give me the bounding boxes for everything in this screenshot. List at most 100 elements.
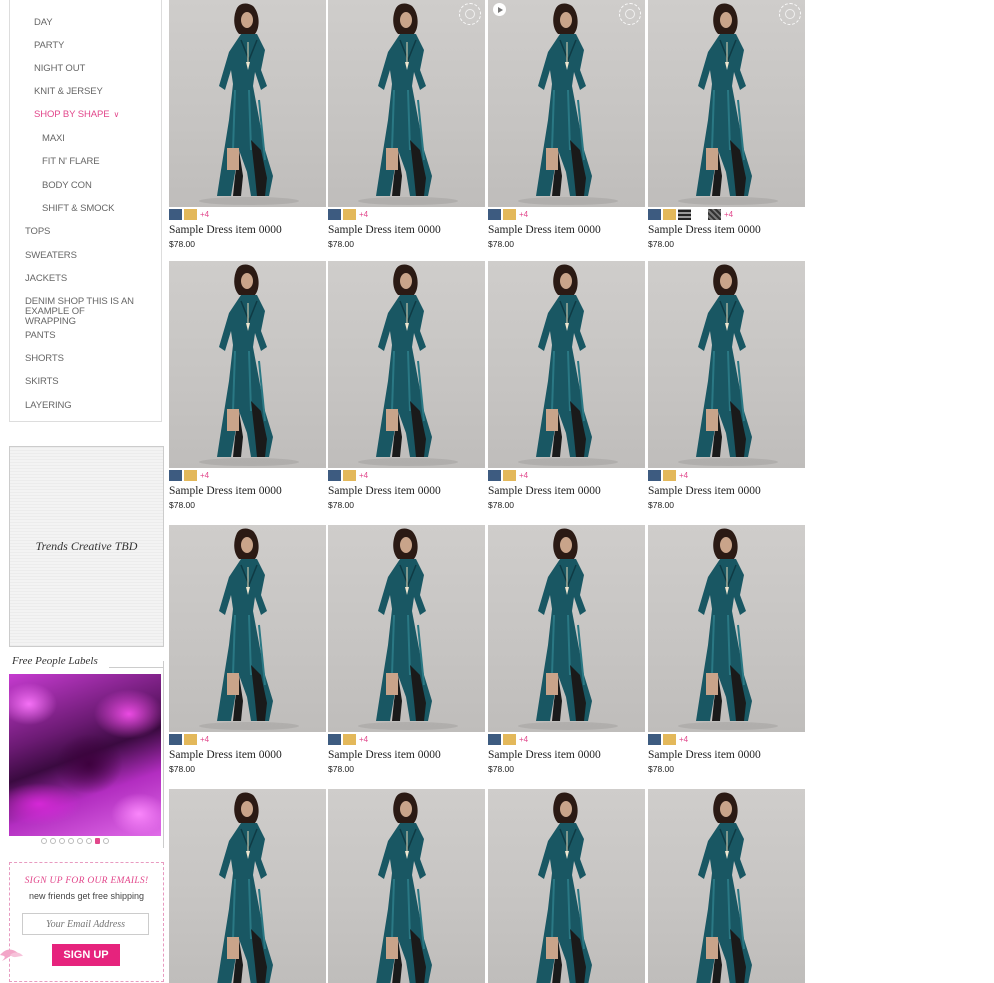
product-image[interactable]	[328, 789, 485, 983]
nav-item[interactable]: Sweaters	[25, 251, 77, 261]
color-swatch[interactable]	[708, 209, 721, 220]
color-swatch[interactable]	[488, 209, 501, 220]
product-image[interactable]	[169, 789, 326, 983]
nav-item[interactable]: Fit N' Flare	[42, 157, 100, 167]
more-colors-link[interactable]: +4	[359, 210, 368, 219]
product-image[interactable]	[169, 0, 326, 207]
color-swatch[interactable]	[663, 209, 676, 220]
color-swatch[interactable]	[328, 734, 341, 745]
product-image[interactable]	[328, 525, 485, 732]
color-swatch[interactable]	[693, 209, 706, 220]
product-name[interactable]: Sample Dress item 0000	[488, 485, 601, 497]
product-image[interactable]	[328, 0, 485, 207]
product-image[interactable]	[488, 525, 645, 732]
product-name[interactable]: Sample Dress item 0000	[169, 224, 282, 236]
product-image[interactable]	[169, 261, 326, 468]
color-swatch[interactable]	[648, 209, 661, 220]
more-colors-link[interactable]: +4	[200, 735, 209, 744]
color-swatch[interactable]	[169, 734, 182, 745]
product-name[interactable]: Sample Dress item 0000	[328, 749, 441, 761]
product-image[interactable]	[488, 0, 645, 207]
more-colors-link[interactable]: +4	[519, 210, 528, 219]
color-swatch[interactable]	[648, 734, 661, 745]
nav-item[interactable]: Denim Shop This is an example of wrappin…	[25, 297, 137, 327]
product-image[interactable]	[488, 261, 645, 468]
product-image[interactable]	[648, 789, 805, 983]
nav-item[interactable]: Tops	[25, 227, 50, 237]
color-swatch[interactable]	[648, 470, 661, 481]
color-swatch[interactable]	[488, 470, 501, 481]
nav-item[interactable]: Shop By Shape ∨	[34, 110, 119, 120]
product-photo	[678, 264, 778, 466]
color-swatch[interactable]	[328, 470, 341, 481]
nav-item[interactable]: Skirts	[25, 377, 59, 387]
more-colors-link[interactable]: +4	[200, 471, 209, 480]
product-name[interactable]: Sample Dress item 0000	[328, 224, 441, 236]
color-swatch[interactable]	[184, 209, 197, 220]
product-name[interactable]: Sample Dress item 0000	[328, 485, 441, 497]
color-swatch[interactable]	[663, 470, 676, 481]
color-swatch[interactable]	[663, 734, 676, 745]
product-image[interactable]	[648, 525, 805, 732]
signup-button[interactable]: SIGN UP	[52, 944, 120, 966]
more-colors-link[interactable]: +4	[519, 735, 528, 744]
nav-item[interactable]: Body Con	[42, 181, 92, 191]
more-colors-link[interactable]: +4	[359, 471, 368, 480]
carousel-dot[interactable]	[77, 838, 83, 844]
product-name[interactable]: Sample Dress item 0000	[648, 749, 761, 761]
nav-item[interactable]: Shift & Smock	[42, 204, 115, 214]
nav-item[interactable]: Pants	[25, 331, 56, 341]
labels-banner-image[interactable]	[9, 674, 161, 836]
carousel-dot[interactable]	[59, 838, 65, 844]
product-name[interactable]: Sample Dress item 0000	[648, 224, 761, 236]
color-swatch[interactable]	[184, 470, 197, 481]
nav-item[interactable]: Party	[34, 41, 64, 51]
product-image[interactable]	[648, 261, 805, 468]
color-swatches: +4	[169, 209, 209, 220]
chevron-down-icon[interactable]: ∨	[113, 110, 119, 120]
nav-item[interactable]: Layering	[25, 401, 72, 411]
email-input[interactable]	[22, 913, 149, 935]
color-swatch[interactable]	[503, 734, 516, 745]
color-swatch[interactable]	[678, 209, 691, 220]
play-video-icon[interactable]	[493, 3, 506, 16]
more-colors-link[interactable]: +4	[200, 210, 209, 219]
color-swatch[interactable]	[184, 734, 197, 745]
product-image[interactable]	[328, 261, 485, 468]
color-swatch[interactable]	[343, 734, 356, 745]
more-colors-link[interactable]: +4	[679, 471, 688, 480]
more-colors-link[interactable]: +4	[519, 471, 528, 480]
nav-item[interactable]: Night Out	[34, 64, 85, 74]
carousel-dot[interactable]	[68, 838, 74, 844]
color-swatch[interactable]	[328, 209, 341, 220]
nav-item[interactable]: Knit & Jersey	[34, 87, 103, 97]
nav-item[interactable]: Shorts	[25, 354, 64, 364]
product-image[interactable]	[648, 0, 805, 207]
trends-creative[interactable]: Trends Creative TBD	[9, 446, 164, 647]
nav-item[interactable]: Maxi	[42, 134, 65, 144]
carousel-dot[interactable]	[95, 838, 100, 844]
more-colors-link[interactable]: +4	[724, 210, 733, 219]
product-image[interactable]	[169, 525, 326, 732]
color-swatch[interactable]	[169, 470, 182, 481]
product-name[interactable]: Sample Dress item 0000	[648, 485, 761, 497]
product-name[interactable]: Sample Dress item 0000	[169, 485, 282, 497]
carousel-dot[interactable]	[41, 838, 47, 844]
carousel-dot[interactable]	[50, 838, 56, 844]
more-colors-link[interactable]: +4	[679, 735, 688, 744]
color-swatch[interactable]	[343, 209, 356, 220]
product-name[interactable]: Sample Dress item 0000	[488, 749, 601, 761]
product-image[interactable]	[488, 789, 645, 983]
product-name[interactable]: Sample Dress item 0000	[488, 224, 601, 236]
color-swatch[interactable]	[503, 209, 516, 220]
carousel-dot[interactable]	[103, 838, 109, 844]
nav-item[interactable]: Jackets	[25, 274, 67, 284]
product-name[interactable]: Sample Dress item 0000	[169, 749, 282, 761]
color-swatch[interactable]	[169, 209, 182, 220]
nav-item[interactable]: Day	[34, 18, 53, 28]
carousel-dot[interactable]	[86, 838, 92, 844]
more-colors-link[interactable]: +4	[359, 735, 368, 744]
color-swatch[interactable]	[488, 734, 501, 745]
color-swatch[interactable]	[503, 470, 516, 481]
color-swatch[interactable]	[343, 470, 356, 481]
